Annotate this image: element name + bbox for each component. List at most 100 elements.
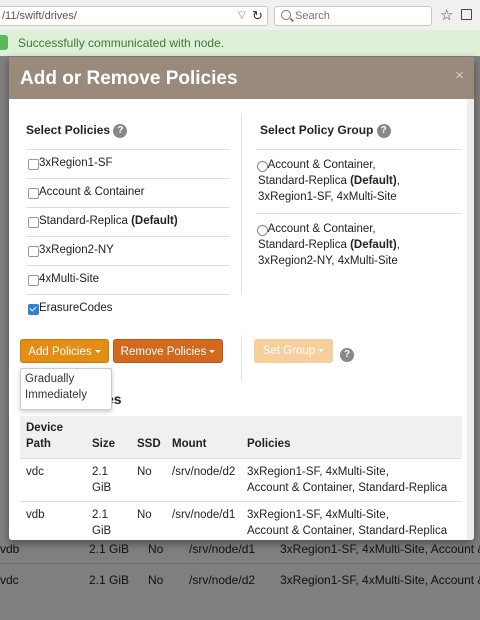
chevron-down-icon — [94, 350, 101, 354]
set-group-label: Set Group — [262, 345, 316, 357]
policy-label: 3xRegion2-NY — [39, 244, 114, 256]
header-size: Size — [92, 438, 116, 450]
group-line: , — [396, 175, 400, 187]
header-policies: Policies — [247, 438, 291, 450]
modal-title: Add or Remove Policies — [20, 68, 238, 89]
size-value: 2.1 — [92, 466, 108, 478]
device-cell: vdb — [26, 509, 45, 521]
url-text: /11/swift/drives/ — [2, 10, 77, 22]
group-line: Account & Container, — [267, 159, 376, 171]
policy-group-option[interactable]: Account & Container, Standard-Replica (D… — [256, 213, 462, 278]
header-path: Path — [26, 438, 51, 450]
reload-icon[interactable]: ↻ — [252, 8, 263, 24]
browser-toolbar: /11/swift/drives/ ▽ ↻ Search ☆ — [0, 0, 480, 31]
close-icon[interactable]: × — [455, 67, 464, 84]
policies-line: Account & Container, Standard-Replica — [247, 525, 448, 537]
menu-item-gradually[interactable]: Gradually — [25, 373, 74, 385]
policy-label: 3xRegion1-SF — [39, 157, 113, 169]
policy-group-option[interactable]: Account & Container, Standard-Replica (D… — [256, 149, 462, 214]
table-row: vdc 2.1 GiB No /srv/node/d2 3xRegion1-SF,… — [20, 458, 462, 502]
add-policies-button[interactable]: Add Policies — [20, 339, 109, 363]
help-icon[interactable]: ? — [340, 348, 354, 362]
modal-body: Select Policies ? 3xRegion1-SF Account &… — [9, 99, 474, 540]
header-device: Device — [26, 422, 64, 434]
address-bar[interactable]: /11/swift/drives/ ▽ ↻ — [0, 6, 268, 26]
search-icon — [281, 10, 291, 20]
policy-option[interactable]: Standard-Replica (Default) — [26, 207, 230, 237]
policy-label: 4xMulti-Site — [39, 273, 100, 285]
default-tag: (Default) — [350, 239, 397, 251]
size-unit: GiB — [92, 525, 112, 537]
policy-checkbox[interactable] — [28, 246, 39, 257]
policy-option[interactable]: Account & Container — [26, 178, 230, 208]
column-divider — [241, 114, 242, 294]
policy-checkbox[interactable] — [28, 159, 39, 170]
mount-cell: /srv/node/d2 — [172, 466, 236, 478]
policy-option[interactable]: ErasureCodes — [26, 294, 230, 324]
group-line: , — [396, 239, 400, 251]
policy-checkbox[interactable] — [28, 188, 39, 199]
size-unit: GiB — [92, 482, 112, 494]
ssd-cell: No — [137, 466, 152, 478]
policy-label: Account & Container — [39, 186, 145, 198]
modal-header: Add or Remove Policies × — [9, 57, 474, 99]
policies-cell: 3xRegion1-SF, 4xMulti-Site, Account & Con… — [247, 464, 447, 496]
add-policies-label: Add Policies — [28, 346, 92, 358]
browser-search-input[interactable]: Search — [274, 6, 432, 26]
policy-option[interactable]: 3xRegion2-NY — [26, 236, 230, 266]
help-icon[interactable]: ? — [113, 123, 128, 138]
success-alert: Successfully communicated with node. — [0, 30, 480, 56]
select-policies-label: Select Policies — [26, 123, 111, 137]
select-group-label: Select Policy Group — [260, 123, 374, 137]
chevron-down-icon — [209, 350, 216, 354]
policies-line: Account & Container, Standard-Replica — [247, 482, 448, 494]
policies-cell: 3xRegion1-SF, 4xMulti-Site, Account & Con… — [247, 507, 447, 539]
set-group-button[interactable]: Set Group — [254, 339, 333, 363]
policy-label: Standard-Replica (Default) — [39, 215, 178, 227]
group-label: Account & Container, Standard-Replica (D… — [258, 221, 458, 269]
group-line: 3xRegion2-NY, 4xMulti-Site — [258, 255, 398, 267]
default-tag: (Default) — [350, 175, 397, 187]
select-policies-heading: Select Policies ? — [26, 123, 128, 138]
help-icon[interactable]: ? — [376, 123, 391, 138]
policy-label: ErasureCodes — [39, 302, 113, 314]
size-cell: 2.1 GiB — [92, 507, 111, 539]
menu-item-immediately[interactable]: Immediately — [25, 389, 87, 401]
policy-option[interactable]: 4xMulti-Site — [26, 265, 230, 295]
policy-checkbox[interactable] — [28, 217, 39, 228]
device-cell: vdc — [26, 466, 44, 478]
policy-checkbox[interactable] — [28, 275, 39, 286]
policies-line: 3xRegion1-SF, 4xMulti-Site, — [247, 466, 389, 478]
mount-cell: /srv/node/d1 — [172, 509, 236, 521]
size-cell: 2.1 GiB — [92, 464, 111, 496]
url-dropdown-icon[interactable]: ▽ — [238, 10, 246, 21]
policy-checkbox-checked[interactable] — [28, 304, 39, 315]
default-tag: (Default) — [131, 215, 178, 227]
policies-line: 3xRegion1-SF, 4xMulti-Site, — [247, 509, 389, 521]
group-line: Standard-Replica — [258, 175, 347, 187]
table-row: vdb 2.1 GiB No /srv/node/d1 3xRegion1-SF,… — [20, 501, 462, 540]
remove-policies-label: Remove Policies — [120, 346, 207, 358]
chevron-down-icon — [318, 349, 325, 353]
reading-list-icon[interactable] — [461, 9, 472, 20]
header-mount: Mount — [172, 438, 207, 450]
policy-option[interactable]: 3xRegion1-SF — [26, 149, 230, 179]
policy-name: Standard-Replica — [39, 215, 128, 227]
size-value: 2.1 — [92, 509, 108, 521]
table-header: Device Path Size SSD Mount Policies — [20, 416, 462, 458]
modal-scrollbar[interactable] — [467, 99, 474, 540]
group-line: Account & Container, — [267, 223, 376, 235]
policies-modal: Add or Remove Policies × Select Policies… — [9, 57, 474, 540]
column-divider — [241, 335, 242, 381]
ssd-cell: No — [137, 509, 152, 521]
search-placeholder: Search — [295, 10, 330, 22]
bookmark-star-icon[interactable]: ☆ — [440, 6, 453, 24]
group-line: 3xRegion1-SF, 4xMulti-Site — [258, 191, 397, 203]
select-group-heading: Select Policy Group ? — [260, 123, 391, 138]
alert-marker — [0, 35, 8, 50]
alert-text: Successfully communicated with node. — [18, 36, 225, 50]
group-label: Account & Container, Standard-Replica (D… — [258, 157, 458, 205]
add-policies-menu: Gradually Immediately — [20, 368, 112, 410]
group-line: Standard-Replica — [258, 239, 347, 251]
remove-policies-button[interactable]: Remove Policies — [113, 339, 223, 363]
